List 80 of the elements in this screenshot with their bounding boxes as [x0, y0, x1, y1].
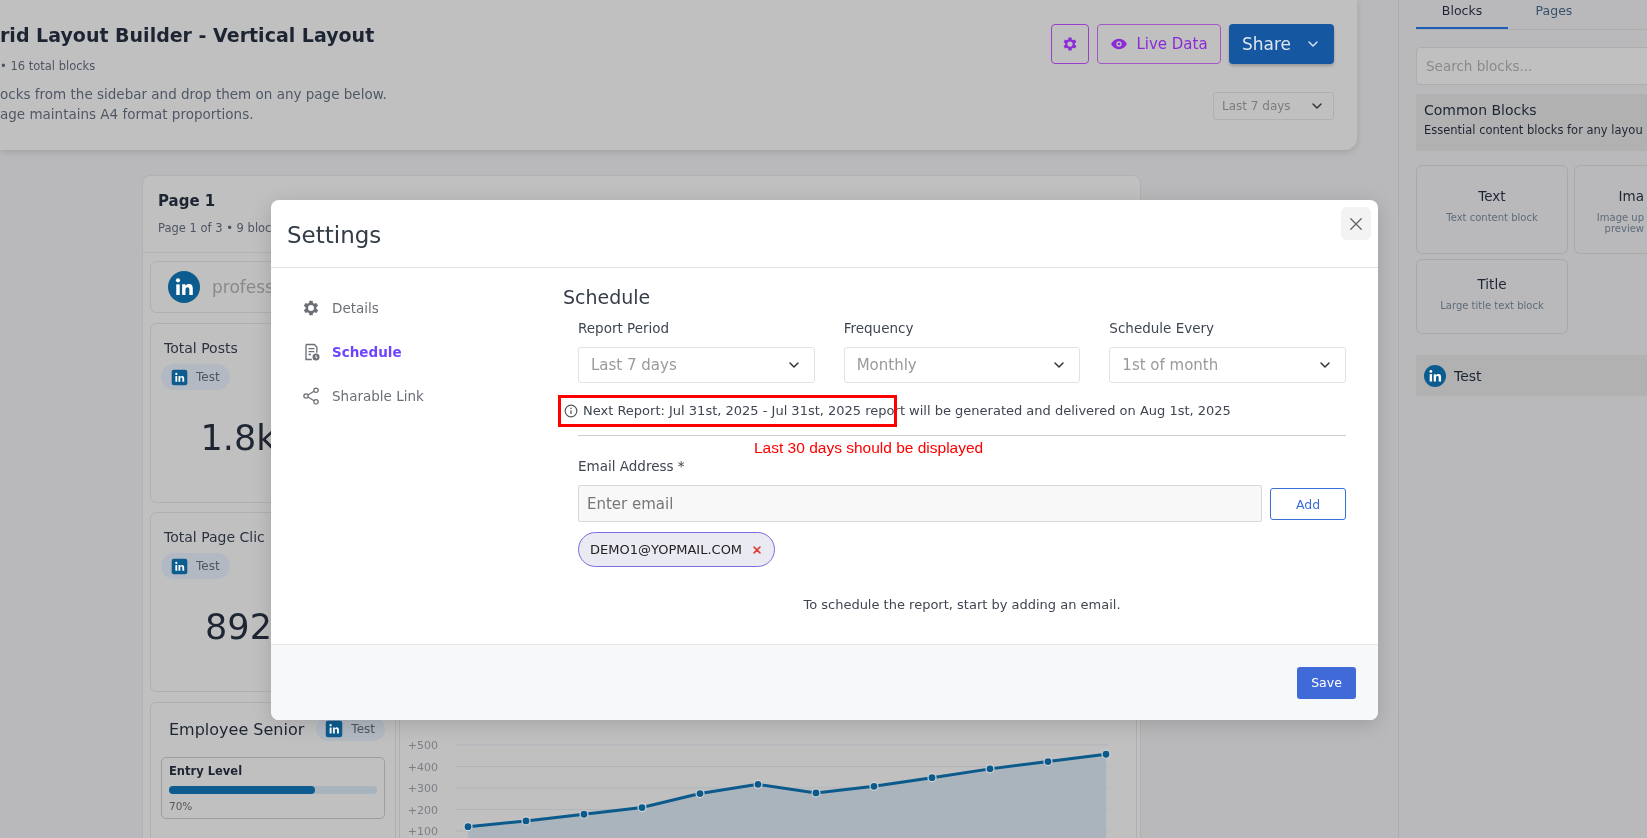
email-address: DEMO1@YOPMAIL.COM — [590, 542, 743, 557]
close-button[interactable] — [1341, 207, 1371, 240]
axis-tick-label: +400 — [407, 760, 438, 774]
data-point — [521, 816, 531, 826]
block-card[interactable]: Text Text content block — [1416, 165, 1568, 254]
axis-tick-label: +500 — [407, 739, 438, 752]
data-point — [985, 764, 995, 774]
data-point — [637, 802, 647, 813]
add-button[interactable]: Add — [1270, 488, 1346, 520]
description-text: age maintains A4 format proportions. — [0, 106, 255, 122]
block-description: Large title text block — [1440, 300, 1544, 311]
section-title: Common Blocks — [1424, 102, 1538, 118]
page-heading: Page 1 — [158, 192, 217, 210]
data-point — [927, 773, 937, 783]
description-text: ocks from the sidebar and drop them on any page below. — [0, 86, 387, 102]
share-icon — [301, 386, 321, 406]
save-button[interactable]: Save — [1297, 666, 1356, 699]
data-point — [1043, 756, 1053, 767]
nav-item[interactable]: Schedule — [301, 330, 402, 374]
metric-value: 1.8k — [199, 418, 278, 458]
block-description: Image up — [1596, 212, 1644, 223]
data-point — [753, 779, 763, 789]
tag-label: Test — [351, 722, 375, 736]
data-point — [695, 789, 705, 799]
block-title: Title — [1477, 276, 1507, 292]
select-field[interactable]: 1st of month — [1109, 347, 1346, 383]
share-button[interactable]: Share — [1229, 24, 1334, 64]
axis-tick-label: +200 — [407, 803, 438, 817]
metric-value: 892 — [204, 607, 273, 647]
block-description: preview — [1604, 223, 1644, 234]
email-field[interactable]: Enter email — [578, 485, 1262, 522]
settings-button[interactable] — [1051, 24, 1089, 64]
linkedin-icon — [1424, 364, 1446, 387]
nav-item[interactable]: Sharable Link — [301, 374, 424, 418]
block-title: Text — [1478, 188, 1506, 204]
source-item[interactable]: Test — [1416, 355, 1647, 396]
axis-tick-label: +300 — [407, 782, 438, 795]
data-point — [463, 822, 473, 832]
block-description: Text content block — [1446, 212, 1538, 223]
tag-label: Test — [196, 559, 220, 573]
remove-icon[interactable] — [752, 544, 763, 555]
field-label: Email Address * — [578, 458, 685, 474]
metric-title: Total Page Clic — [164, 529, 265, 545]
section-heading: Schedule — [563, 286, 652, 308]
tag-label: Test — [196, 370, 220, 384]
field-label: Report Period — [578, 320, 670, 336]
select-field[interactable]: Last 7 days — [578, 347, 815, 383]
block-count: • 16 total blocks — [0, 59, 97, 73]
dialog-title: Settings — [287, 222, 382, 248]
block-title: Ima — [1618, 188, 1644, 204]
data-point — [1101, 749, 1111, 759]
hint-text: To schedule the report, start by adding an email. — [802, 597, 1122, 612]
sidebar-tab[interactable]: Blocks — [1416, 0, 1508, 29]
level-percent: 70% — [169, 800, 194, 812]
breakdown-title: Employee Senior — [169, 719, 305, 739]
live-data-button[interactable]: Live Data — [1097, 24, 1221, 64]
linkedin-icon — [171, 368, 188, 386]
axis-tick-label: +100 — [407, 825, 438, 838]
info-icon — [564, 403, 578, 418]
source-name: Test — [1454, 367, 1482, 384]
block-card[interactable]: Title Large title text block — [1416, 259, 1568, 334]
data-point — [869, 781, 879, 791]
page-subtitle: Page 1 of 3 • 9 bloc — [158, 221, 273, 235]
settings-icon — [1061, 35, 1079, 53]
field-label: Frequency — [843, 320, 914, 336]
level-label: Entry Level — [169, 764, 244, 778]
sidebar-tab[interactable]: Pages — [1508, 0, 1600, 29]
select-field[interactable]: Monthly — [843, 347, 1081, 383]
data-point — [579, 809, 589, 819]
annotation-note: Last 30 days should be displayed — [754, 439, 984, 457]
data-point — [811, 788, 821, 798]
field-label: Schedule Every — [1109, 320, 1215, 336]
metric-title: Total Posts — [164, 340, 238, 356]
linkedin-icon — [171, 557, 188, 575]
settings-icon — [301, 298, 321, 318]
section-subtitle: Essential content blocks for any layou — [1424, 123, 1644, 137]
linkedin-icon — [168, 271, 200, 303]
nav-item[interactable]: Details — [301, 286, 379, 330]
page-title: rid Layout Builder - Vertical Layout — [0, 24, 376, 46]
block-card[interactable]: Ima Image up preview — [1574, 165, 1647, 254]
